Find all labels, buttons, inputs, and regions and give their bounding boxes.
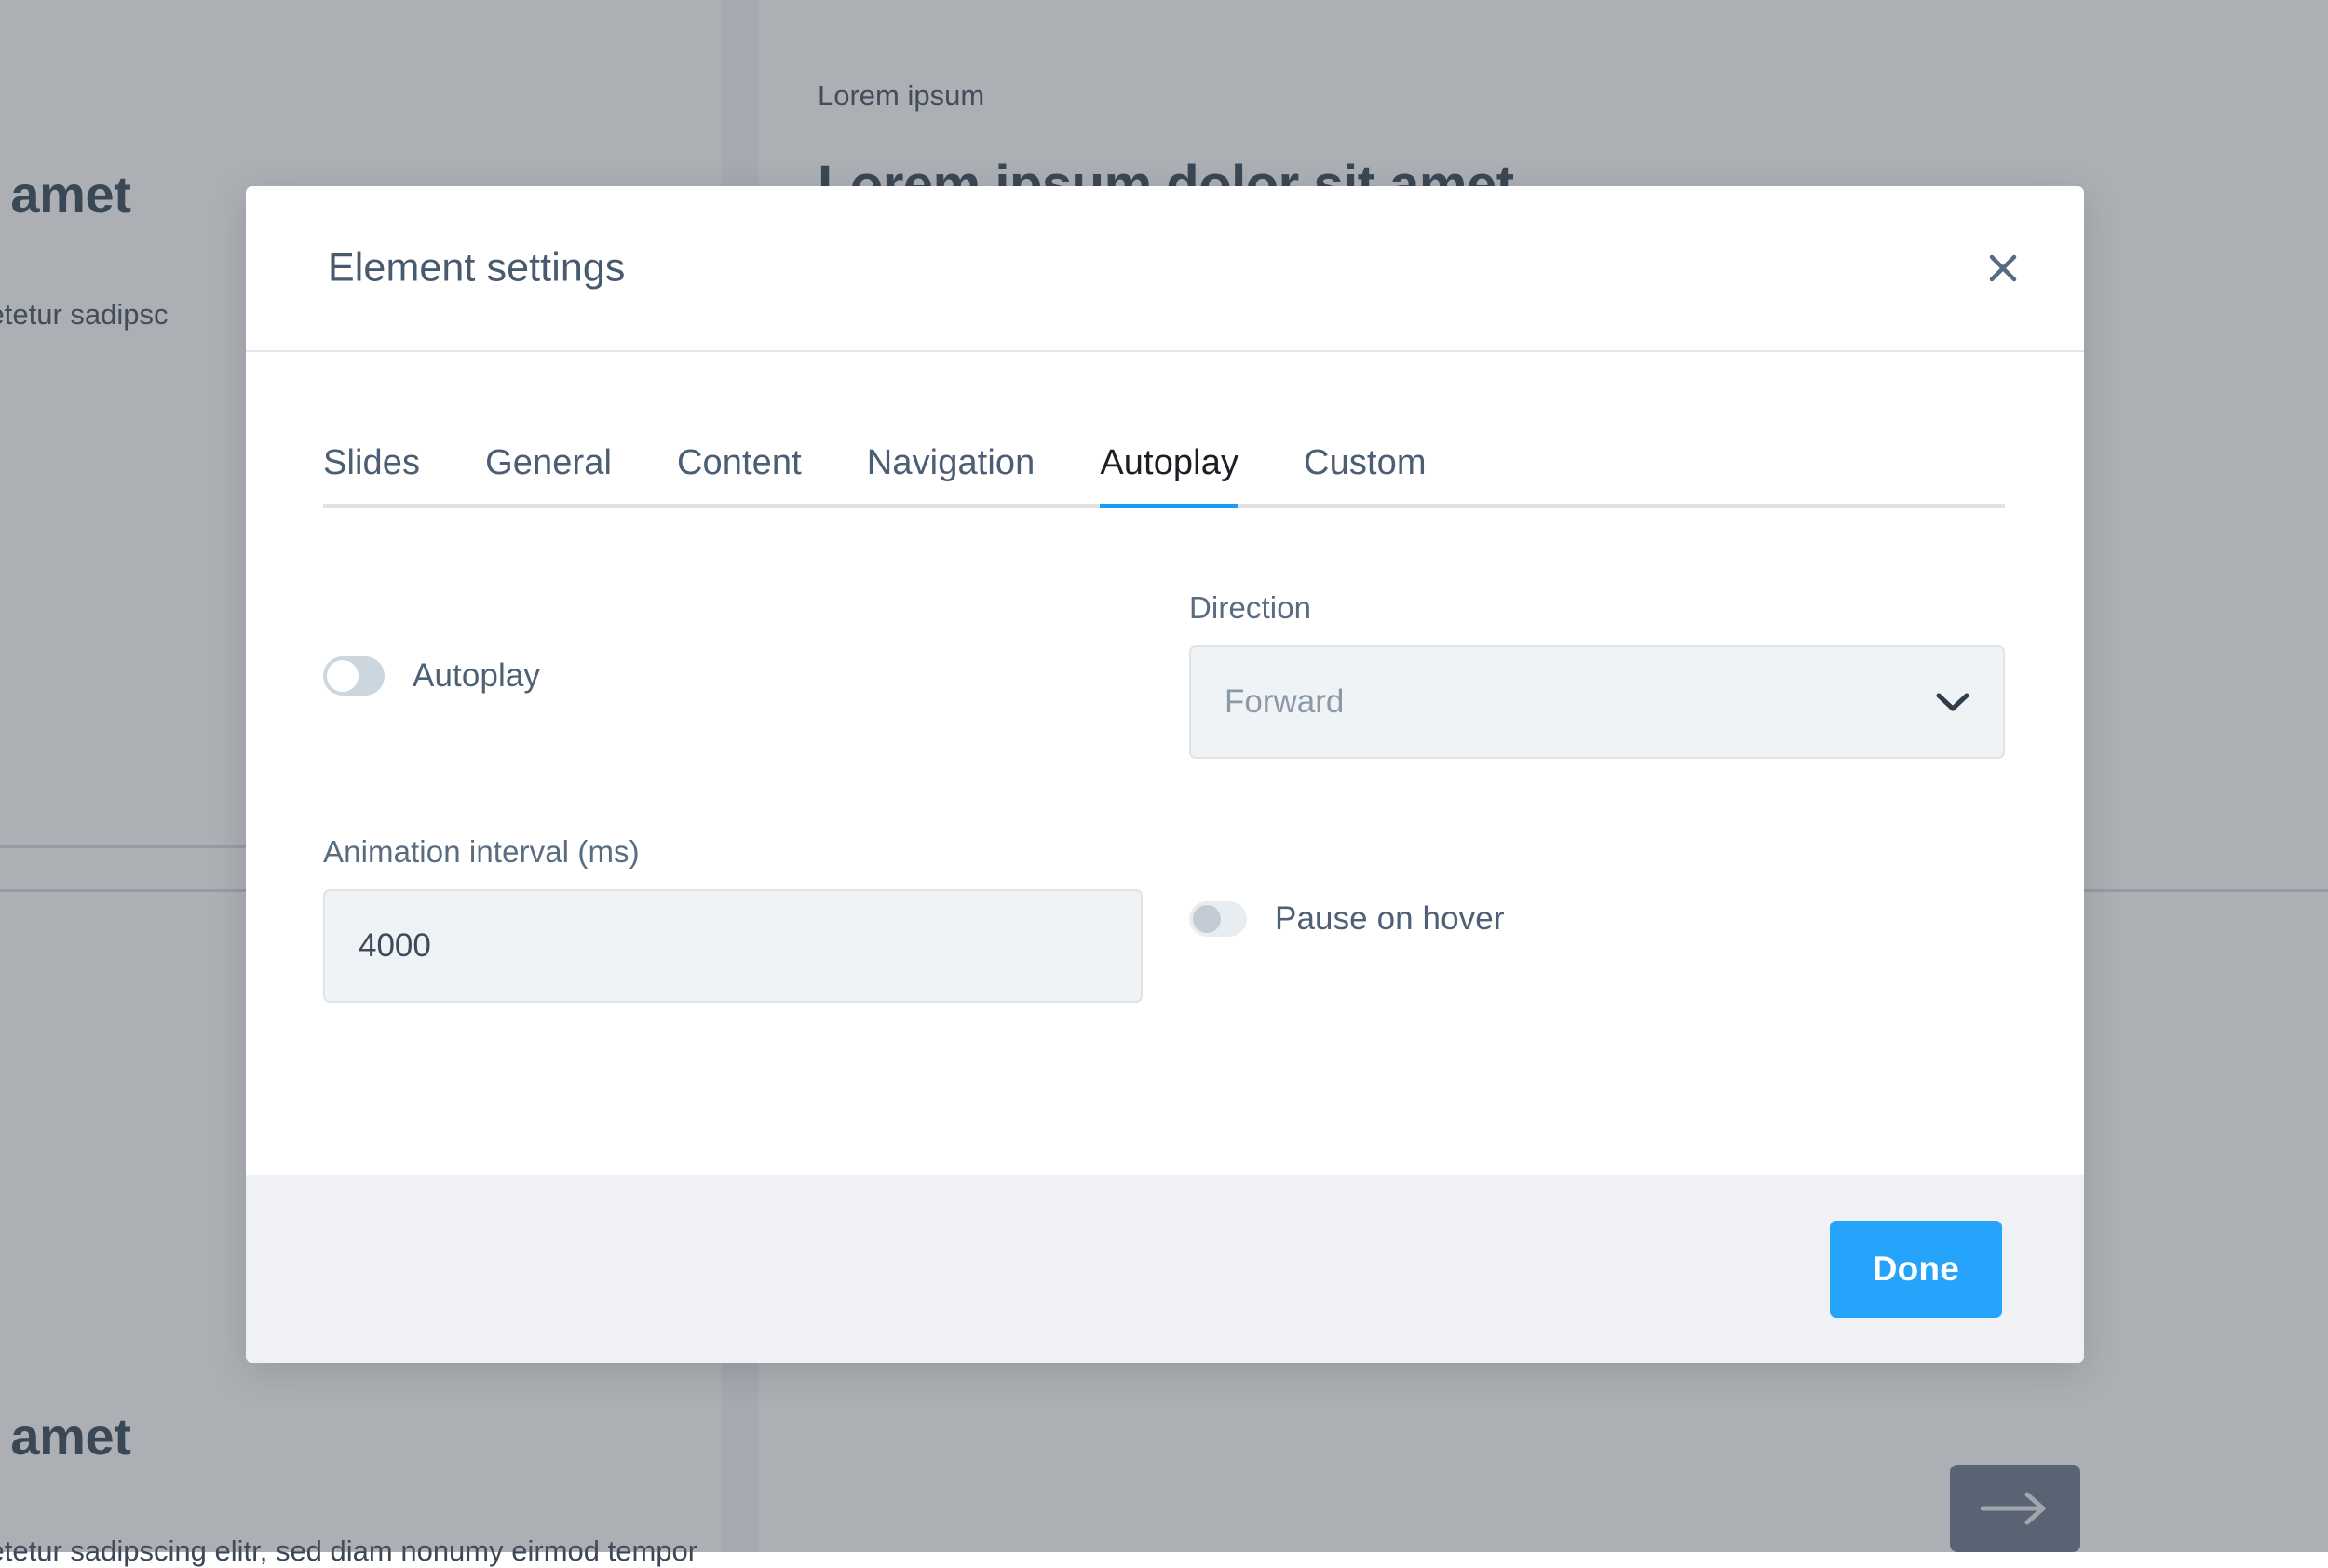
tab-autoplay[interactable]: Autoplay bbox=[1100, 443, 1238, 504]
tab-custom[interactable]: Custom bbox=[1304, 443, 1427, 504]
dialog-footer: Done bbox=[246, 1175, 2084, 1363]
pause-on-hover-group: Pause on hover bbox=[1189, 900, 2005, 938]
autoplay-toggle-label: Autoplay bbox=[413, 657, 540, 695]
autoplay-toggle-cell: Autoplay bbox=[323, 590, 1189, 696]
pause-on-hover-cell: Pause on hover bbox=[1189, 834, 2005, 938]
pause-on-hover-toggle[interactable] bbox=[1189, 901, 1247, 937]
element-settings-dialog: Element settings Slides General Content … bbox=[246, 186, 2084, 1363]
tab-content[interactable]: Content bbox=[677, 443, 802, 504]
close-dialog-button[interactable] bbox=[1972, 237, 2034, 299]
chevron-down-icon bbox=[1936, 692, 1969, 712]
dialog-body: Slides General Content Navigation Autopl… bbox=[246, 352, 2084, 1175]
toggle-knob-icon bbox=[1193, 905, 1221, 933]
dialog-header: Element settings bbox=[246, 186, 2084, 352]
direction-select[interactable]: Forward bbox=[1189, 645, 2005, 759]
form-row-autoplay-direction: Autoplay Direction Forward bbox=[323, 590, 2005, 759]
done-button[interactable]: Done bbox=[1830, 1221, 2002, 1318]
toggle-knob-icon bbox=[327, 660, 359, 692]
direction-select-value: Forward bbox=[1225, 683, 1344, 721]
animation-interval-label: Animation interval (ms) bbox=[323, 834, 1143, 870]
autoplay-toggle[interactable] bbox=[323, 656, 385, 696]
form-row-interval-pause: Animation interval (ms) Pause on hover bbox=[323, 834, 2005, 1003]
autoplay-toggle-group: Autoplay bbox=[323, 656, 1189, 696]
tab-slides[interactable]: Slides bbox=[323, 443, 420, 504]
tab-general[interactable]: General bbox=[485, 443, 612, 504]
autoplay-settings-form: Autoplay Direction Forward bbox=[323, 590, 2005, 1003]
pause-on-hover-label: Pause on hover bbox=[1275, 900, 1505, 938]
direction-label: Direction bbox=[1189, 590, 2005, 626]
close-icon bbox=[1984, 250, 2022, 287]
dialog-title: Element settings bbox=[328, 246, 625, 291]
direction-cell: Direction Forward bbox=[1189, 590, 2005, 759]
tab-navigation[interactable]: Navigation bbox=[867, 443, 1035, 504]
settings-tablist: Slides General Content Navigation Autopl… bbox=[323, 428, 2005, 508]
animation-interval-input[interactable] bbox=[323, 889, 1143, 1003]
interval-cell: Animation interval (ms) bbox=[323, 834, 1189, 1003]
